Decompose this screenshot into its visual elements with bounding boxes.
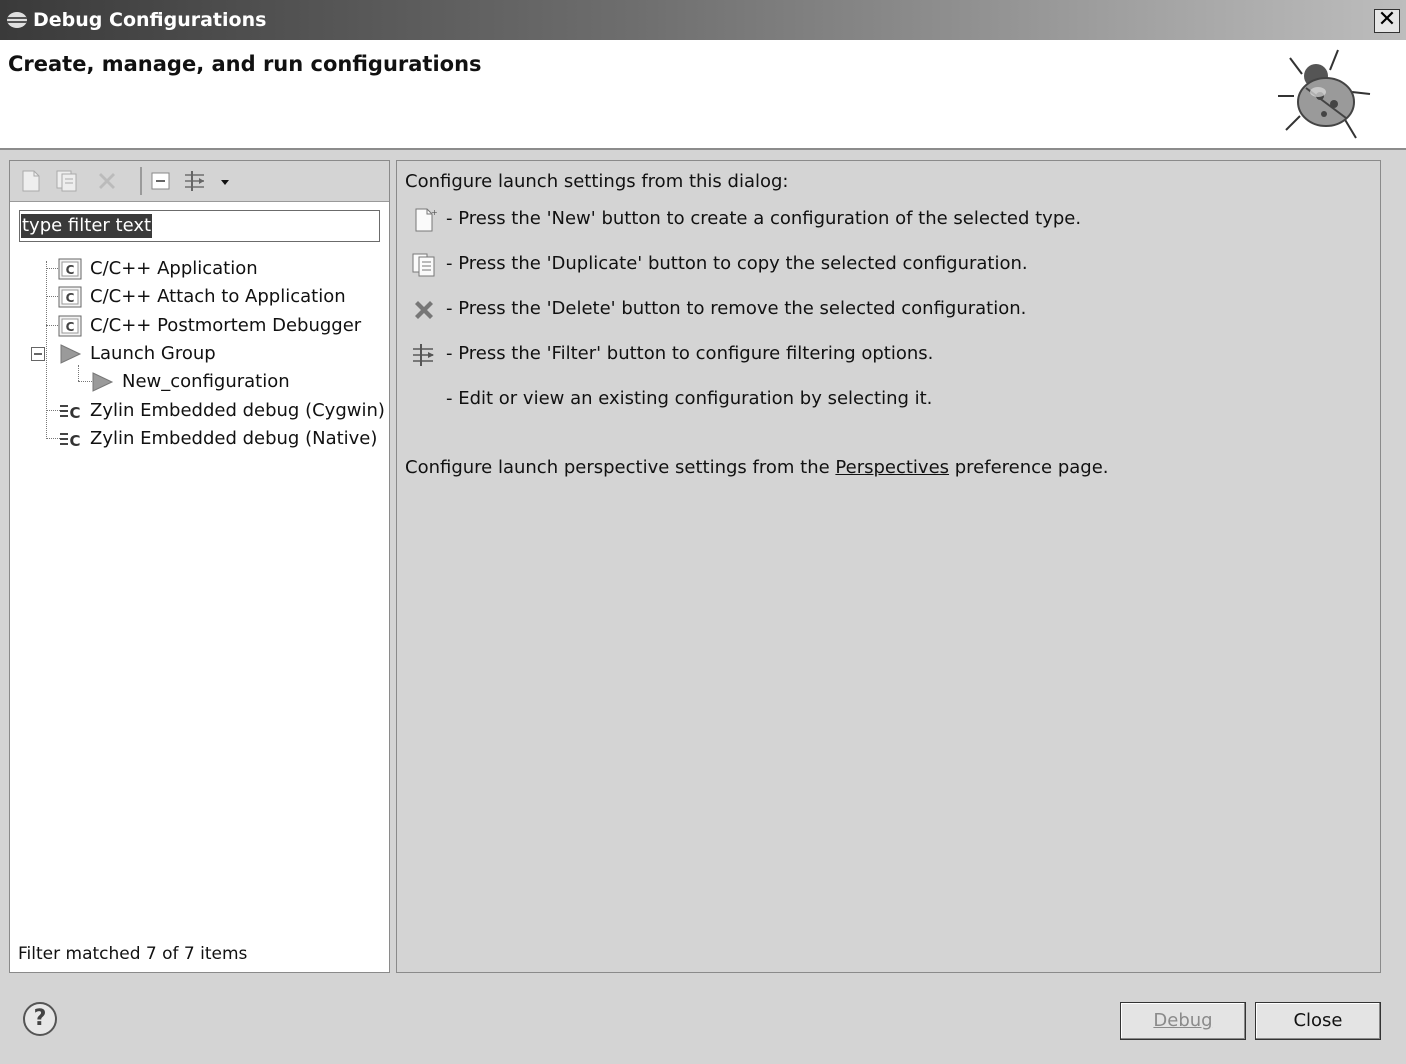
launch-group-icon bbox=[60, 344, 82, 364]
title-bar: Debug Configurations ✕ bbox=[0, 0, 1406, 40]
new-icon bbox=[22, 170, 40, 192]
close-window-button[interactable]: ✕ bbox=[1374, 9, 1400, 33]
help-text: - Edit or view an existing configuration… bbox=[446, 388, 933, 409]
zylin-icon: C bbox=[60, 404, 81, 422]
zylin-icon: C bbox=[60, 432, 81, 450]
bug-icon bbox=[1278, 49, 1371, 139]
delete-config-button[interactable] bbox=[94, 168, 120, 194]
tree-item-launch-group[interactable]: Launch Group bbox=[10, 340, 380, 368]
c-config-icon: C bbox=[58, 258, 82, 280]
help-text: - Press the 'Duplicate' button to copy t… bbox=[446, 253, 1028, 274]
perspectives-link[interactable]: Perspectives bbox=[835, 457, 949, 478]
debug-button-label: Debug bbox=[1153, 1010, 1213, 1031]
tree-item-cpp-attach[interactable]: C C/C++ Attach to Application bbox=[10, 283, 380, 311]
perspectives-suffix: preference page. bbox=[949, 457, 1109, 478]
collapse-all-button[interactable] bbox=[148, 168, 174, 194]
tree-toolbar bbox=[10, 161, 389, 202]
filter-menu-dropdown[interactable] bbox=[218, 168, 232, 194]
duplicate-config-button[interactable] bbox=[54, 168, 80, 194]
tree-item-cpp-postmortem[interactable]: C C/C++ Postmortem Debugger bbox=[10, 312, 380, 340]
duplicate-icon bbox=[412, 253, 435, 277]
new-icon: + bbox=[415, 208, 437, 232]
window-title: Debug Configurations bbox=[33, 9, 267, 31]
close-button[interactable]: Close bbox=[1255, 1002, 1381, 1040]
svg-text:C: C bbox=[69, 404, 80, 422]
tree-item-cpp-application[interactable]: C C/C++ Application bbox=[10, 255, 380, 283]
new-config-button[interactable] bbox=[18, 168, 44, 194]
intro-text: Configure launch settings from this dial… bbox=[405, 171, 789, 192]
svg-text:+: + bbox=[431, 208, 437, 217]
c-config-icon: C bbox=[58, 286, 82, 308]
dialog-banner: Create, manage, and run configurations bbox=[0, 40, 1406, 150]
toolbar-separator bbox=[140, 167, 142, 195]
eclipse-icon bbox=[7, 12, 27, 28]
tree-item-label: Zylin Embedded debug (Cygwin) bbox=[90, 400, 385, 421]
filter-button[interactable] bbox=[182, 168, 208, 194]
help-text: - Press the 'Delete' button to remove th… bbox=[446, 298, 1027, 319]
c-config-icon: C bbox=[58, 315, 82, 337]
tree-item-label: Zylin Embedded debug (Native) bbox=[90, 428, 378, 449]
configuration-tree-panel: type filter text C C/C++ Application C C… bbox=[9, 160, 390, 973]
svg-text:C: C bbox=[66, 263, 75, 277]
chevron-down-icon bbox=[221, 180, 229, 185]
tree-item-label: Launch Group bbox=[90, 343, 216, 364]
svg-text:C: C bbox=[66, 320, 75, 334]
svg-text:C: C bbox=[69, 432, 80, 450]
filter-input[interactable]: type filter text bbox=[19, 210, 380, 242]
delete-icon bbox=[415, 301, 433, 319]
tree-item-label: New_configuration bbox=[122, 371, 290, 392]
duplicate-icon bbox=[56, 170, 77, 192]
perspectives-text: Configure launch perspective settings fr… bbox=[405, 457, 1109, 478]
filter-status: Filter matched 7 of 7 items bbox=[18, 944, 248, 964]
launch-group-icon bbox=[92, 372, 114, 392]
delete-icon bbox=[99, 173, 115, 189]
tree-item-label: C/C++ Application bbox=[90, 258, 258, 279]
perspectives-prefix: Configure launch perspective settings fr… bbox=[405, 457, 836, 478]
svg-text:C: C bbox=[66, 291, 75, 305]
tree-item-zylin-cygwin[interactable]: C Zylin Embedded debug (Cygwin) bbox=[10, 397, 385, 425]
help-text: - Press the 'New' button to create a con… bbox=[446, 208, 1082, 229]
help-text: - Press the 'Filter' button to configure… bbox=[446, 343, 934, 364]
collapse-all-icon bbox=[151, 172, 170, 190]
dialog-heading: Create, manage, and run configurations bbox=[8, 52, 482, 76]
tree-item-new-configuration[interactable]: New_configuration bbox=[10, 368, 380, 396]
debug-button[interactable]: Debug bbox=[1120, 1002, 1246, 1040]
tree-item-label: C/C++ Attach to Application bbox=[90, 286, 346, 307]
help-button[interactable]: ? bbox=[23, 1002, 57, 1036]
filter-icon bbox=[413, 344, 434, 366]
configuration-details-panel: Configure launch settings from this dial… bbox=[396, 160, 1381, 973]
tree-item-label: C/C++ Postmortem Debugger bbox=[90, 315, 362, 336]
filter-input-text: type filter text bbox=[21, 214, 153, 238]
tree-item-zylin-native[interactable]: C Zylin Embedded debug (Native) bbox=[10, 425, 380, 453]
collapse-toggle-icon[interactable] bbox=[31, 347, 45, 361]
filter-icon bbox=[185, 171, 204, 191]
